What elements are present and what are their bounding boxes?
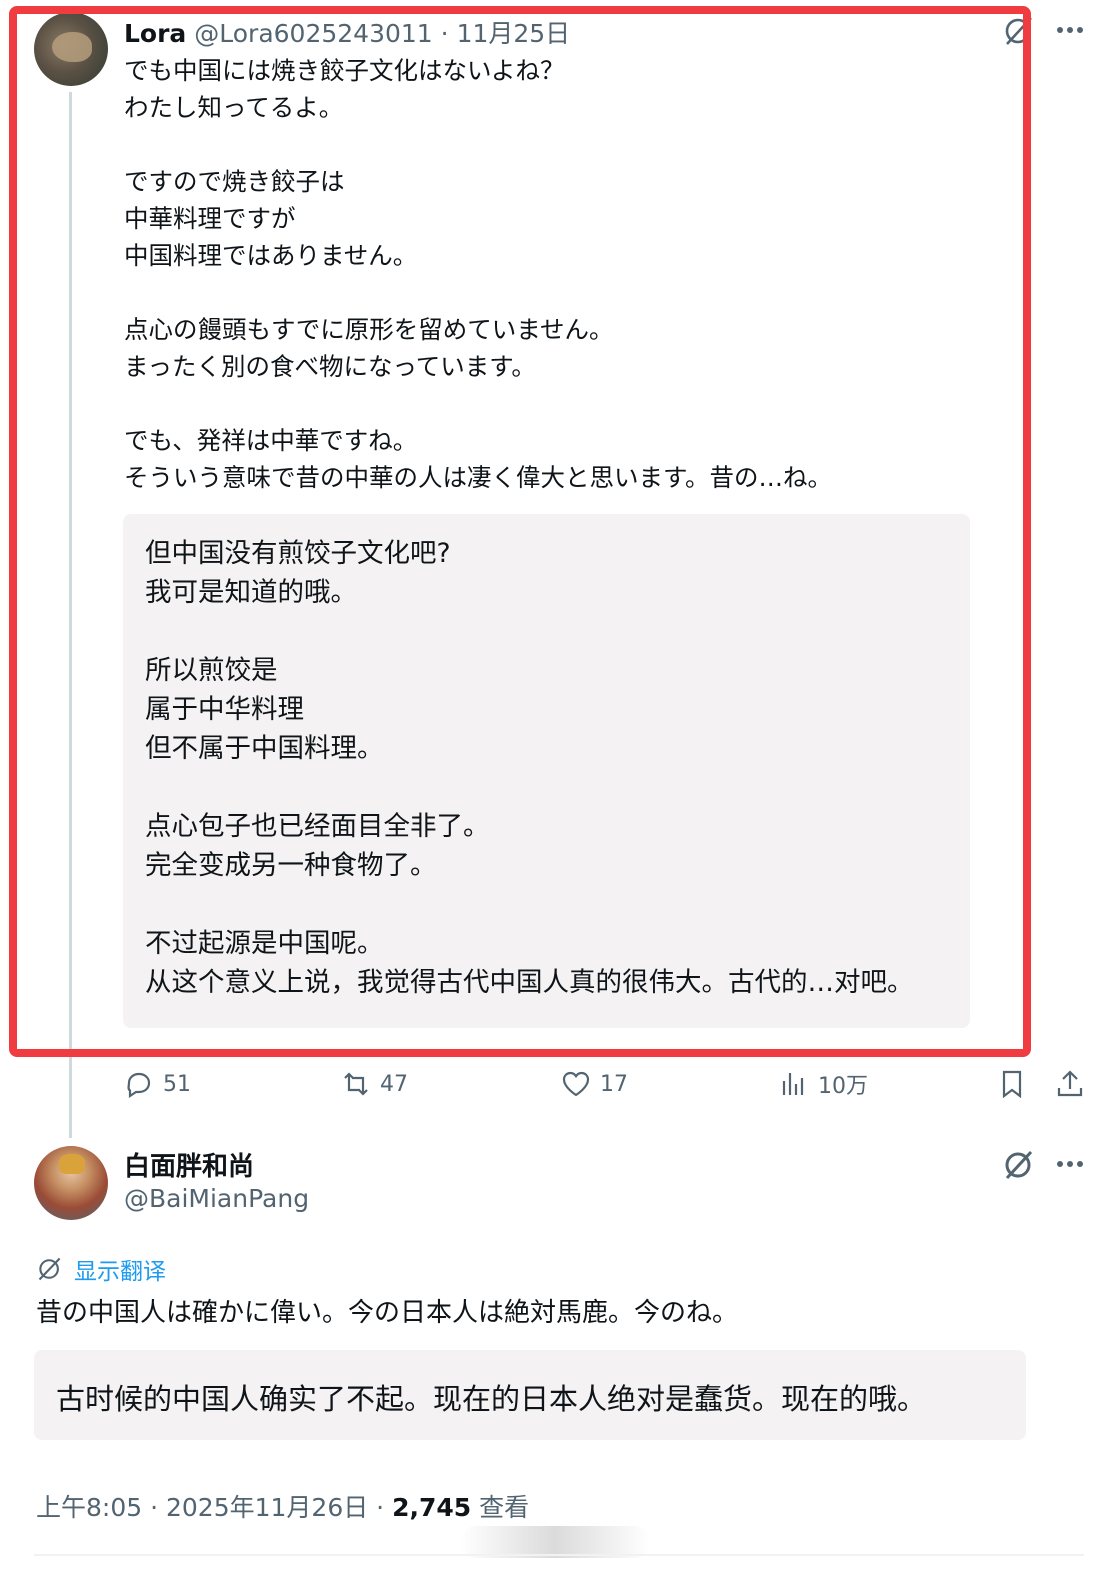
tweet1-line: そういう意味で昔の中華の人は凄く偉大と思います。昔の…ね。: [124, 463, 833, 492]
avatar-lora[interactable]: [34, 12, 108, 86]
reply-button[interactable]: 51: [123, 1066, 191, 1102]
like-count: 17: [600, 1071, 628, 1097]
avatar-baimianpang[interactable]: [34, 1146, 108, 1220]
tweet1-line: 点心の饅頭もすでに原形を留めていません。: [124, 315, 614, 344]
translation-paragraph: 所以煎饺是 属于中华料理 但不属于中国料理。: [145, 651, 948, 768]
share-icon: [1057, 1070, 1083, 1097]
tweet1-line: ですので焼き餃子は: [124, 167, 345, 196]
tweet2-views-count: 2,745: [392, 1493, 472, 1522]
bookmark-button[interactable]: [996, 1066, 1028, 1102]
translation-line: 我可是知道的哦。: [145, 577, 357, 608]
tweet2-views-label: 查看: [479, 1493, 530, 1522]
tweet1-paragraph: でも、発祥は中華ですね。 そういう意味で昔の中華の人は凄く偉大と思います。昔の……: [124, 422, 984, 496]
tweet1-header: Lora @Lora6025243011 · 11月25日: [124, 14, 570, 50]
translation-line: 但中国没有煎饺子文化吧?: [145, 538, 451, 569]
tweet1-separator: ·: [432, 19, 457, 48]
tweet2-metadata: 上午8:05 · 2025年11月26日 · 2,745 查看: [36, 1488, 529, 1524]
tweet1-action-bar: 51 47 17 10万: [0, 1066, 1117, 1106]
translation-line: 所以煎饺是: [145, 655, 278, 686]
tweet2-date[interactable]: 2025年11月26日: [166, 1493, 368, 1522]
share-button[interactable]: [1054, 1066, 1086, 1102]
translation-paragraph: 不过起源是中国呢。 从这个意义上说，我觉得古代中国人真的很伟大。古代的…对吧。: [145, 924, 948, 1002]
tweet1-date[interactable]: 11月25日: [457, 19, 571, 48]
thread-connector-line: [69, 92, 72, 1138]
meta-separator: ·: [368, 1493, 393, 1522]
tweet2-translation-box: 古时候的中国人确实了不起。现在的日本人绝对是蠢货。现在的哦。: [34, 1350, 1026, 1440]
like-icon: [562, 1071, 590, 1097]
tweet1-line: 中国料理ではありません。: [124, 241, 418, 270]
translation-line: 点心包子也已经面目全非了。: [145, 811, 490, 842]
translation-line: 不过起源是中国呢。: [145, 928, 384, 959]
tweet1-translation-box: 但中国没有煎饺子文化吧? 我可是知道的哦。 所以煎饺是 属于中华料理 但不属于中…: [123, 514, 970, 1028]
retweet-count: 47: [380, 1071, 408, 1097]
tweet1-author-handle[interactable]: @Lora6025243011: [194, 19, 432, 48]
tweet1-line: でも、発祥は中華ですね。: [124, 426, 418, 455]
retweet-icon: [344, 1072, 368, 1096]
tweet2-author-name[interactable]: 白面胖和尚: [124, 1146, 254, 1183]
show-translation-link[interactable]: 显示翻译: [36, 1252, 166, 1286]
reply-count: 51: [163, 1071, 191, 1097]
grok-icon[interactable]: [1002, 14, 1036, 53]
meta-separator: ·: [142, 1493, 166, 1522]
tweet1-paragraph: 点心の饅頭もすでに原形を留めていません。 まったく別の食べ物になっています。: [124, 311, 984, 385]
tweet2-author-handle[interactable]: @BaiMianPang: [124, 1184, 309, 1213]
tweet1-line: 中華料理ですが: [124, 204, 296, 233]
more-icon[interactable]: [1055, 18, 1087, 47]
tweet1-author-name[interactable]: Lora: [124, 19, 186, 48]
grok-icon[interactable]: [1002, 1148, 1036, 1187]
tweet1-paragraph: ですので焼き餃子は 中華料理ですが 中国料理ではありません。: [124, 163, 984, 274]
grok-icon: [38, 1257, 61, 1281]
reply-icon: [127, 1072, 151, 1099]
divider: [34, 1554, 1084, 1556]
tweet2-text: 昔の中国人は確かに偉い。今の日本人は絶対馬鹿。今のね。: [36, 1298, 739, 1328]
bookmark-icon: [1002, 1070, 1022, 1099]
translation-paragraph: 点心包子也已经面目全非了。 完全变成另一种食物了。: [145, 807, 948, 885]
retweet-button[interactable]: 47: [340, 1066, 408, 1102]
like-button[interactable]: 17: [560, 1066, 628, 1102]
views-icon: [782, 1073, 804, 1095]
translation-line: 但不属于中国料理。: [145, 733, 384, 764]
tweet1-paragraph: でも中国には焼き餃子文化はないよね？ わたし知ってるよ。: [124, 52, 984, 126]
tweet1-line: まったく別の食べ物になっています。: [124, 352, 536, 381]
tweet1-line: わたし知ってるよ。: [124, 93, 344, 122]
tweet1-line: でも中国には焼き餃子文化はないよね？: [124, 56, 565, 85]
more-icon[interactable]: [1055, 1152, 1087, 1181]
translation-line: 属于中华料理: [145, 694, 304, 725]
translation-line: 从这个意义上说，我觉得古代中国人真的很伟大。古代的…对吧。: [145, 967, 914, 998]
translation-line: 完全变成另一种食物了。: [145, 850, 437, 881]
translation-paragraph: 但中国没有煎饺子文化吧? 我可是知道的哦。: [145, 534, 948, 612]
tweet1-text: でも中国には焼き餃子文化はないよね？ わたし知ってるよ。 ですので焼き餃子は 中…: [124, 52, 984, 496]
views-button[interactable]: 10万: [778, 1066, 868, 1102]
views-count: 10万: [818, 1074, 868, 1099]
tweet2-time[interactable]: 上午8:05: [36, 1493, 142, 1522]
show-translation-label: 显示翻译: [74, 1259, 166, 1285]
